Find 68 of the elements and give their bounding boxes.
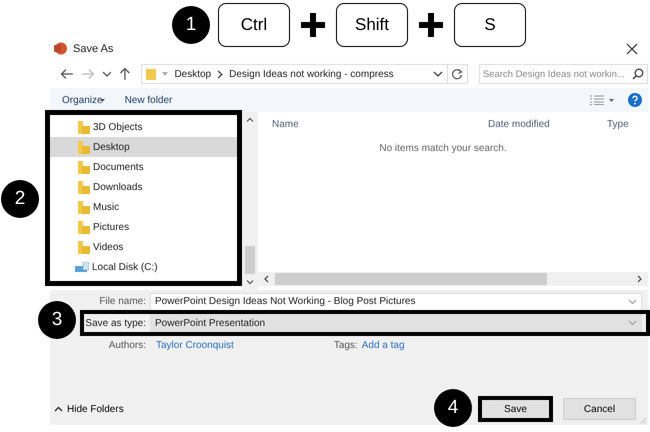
column-header[interactable]: Date modified [488, 118, 607, 130]
organize-menu[interactable]: Organize [62, 94, 105, 106]
save-button[interactable]: Save [478, 396, 553, 422]
scrollbar-thumb[interactable] [275, 273, 547, 285]
step-badge: 2 [1, 180, 39, 218]
step-badge: 1 [172, 6, 210, 44]
nav-item[interactable]: 3D Objects [50, 117, 242, 137]
file-type-dropdown[interactable]: PowerPoint Presentation [150, 314, 642, 332]
folder-icon [78, 220, 90, 234]
folder-icon [78, 180, 90, 194]
nav-item[interactable]: Pictures [50, 217, 242, 237]
up-icon[interactable] [118, 67, 130, 81]
column-header[interactable]: Name [272, 118, 488, 130]
refresh-icon[interactable] [451, 68, 464, 80]
nav-item[interactable]: Music [50, 197, 242, 217]
back-icon[interactable] [60, 68, 74, 80]
scroll-right-icon [637, 275, 642, 283]
folder-icon [78, 160, 90, 174]
chevron-down-icon[interactable] [433, 70, 444, 78]
empty-message: No items match your search. [378, 143, 508, 154]
scroll-up-icon [246, 117, 254, 122]
help-icon[interactable] [628, 93, 642, 107]
step-badge: 3 [38, 301, 76, 339]
caret-icon [162, 72, 168, 76]
nav-item[interactable]: Downloads [50, 177, 242, 197]
search-placeholder: Search Design Ideas not workin... [482, 68, 625, 80]
plus-icon [301, 13, 325, 37]
chevron-right-icon [217, 70, 224, 78]
nav-item[interactable]: Documents [50, 157, 242, 177]
chevron-down-icon [628, 320, 637, 326]
new-folder-button[interactable]: New folder [124, 94, 172, 106]
search-icon [632, 68, 644, 80]
cancel-button[interactable]: Cancel [563, 398, 636, 420]
folder-icon [78, 140, 90, 154]
scroll-left-icon [264, 275, 269, 283]
field-label: File name: [99, 296, 146, 307]
field-label: Save as type: [85, 318, 146, 328]
powerpoint-icon [54, 42, 67, 55]
chevron-up-icon [54, 406, 63, 412]
drive-icon [75, 262, 89, 272]
tags-link[interactable]: Add a tag [362, 340, 405, 351]
file-name-field[interactable]: PowerPoint Design Ideas Not Working - Blog Post Pictures [150, 292, 642, 310]
folder-icon [78, 240, 90, 254]
folder-icon [146, 68, 156, 80]
field-label: Tags: [334, 340, 358, 351]
plus-icon [419, 13, 443, 37]
search-field[interactable]: Search Design Ideas not workin... [478, 64, 648, 84]
hide-folders-button[interactable]: Hide Folders [54, 404, 124, 414]
view-options-icon[interactable] [590, 95, 614, 105]
folder-icon [78, 200, 90, 214]
window-title: Save As [73, 42, 114, 54]
nav-item[interactable]: Videos [50, 237, 242, 257]
horizontal-scrollbar[interactable] [258, 272, 648, 286]
scrollbar-thumb[interactable] [245, 246, 255, 274]
resize-grip-icon [640, 417, 646, 423]
folder-icon [78, 120, 90, 134]
vertical-scrollbar[interactable] [242, 112, 258, 290]
scroll-down-icon [246, 280, 254, 285]
breadcrumb[interactable]: Design Ideas not working - compress [229, 68, 394, 80]
breadcrumb[interactable]: Desktop [174, 68, 212, 80]
chevron-down-icon[interactable] [102, 70, 112, 78]
authors-link[interactable]: Taylor Croonquist [156, 340, 234, 351]
chevron-down-icon [628, 298, 637, 304]
field-label: Authors: [108, 340, 146, 351]
nav-item[interactable]: Local Disk (C:) [50, 257, 242, 277]
column-header[interactable]: Type [607, 118, 629, 130]
close-icon[interactable] [626, 42, 638, 54]
address-bar[interactable]: Desktop Design Ideas not working - compress [141, 64, 448, 84]
